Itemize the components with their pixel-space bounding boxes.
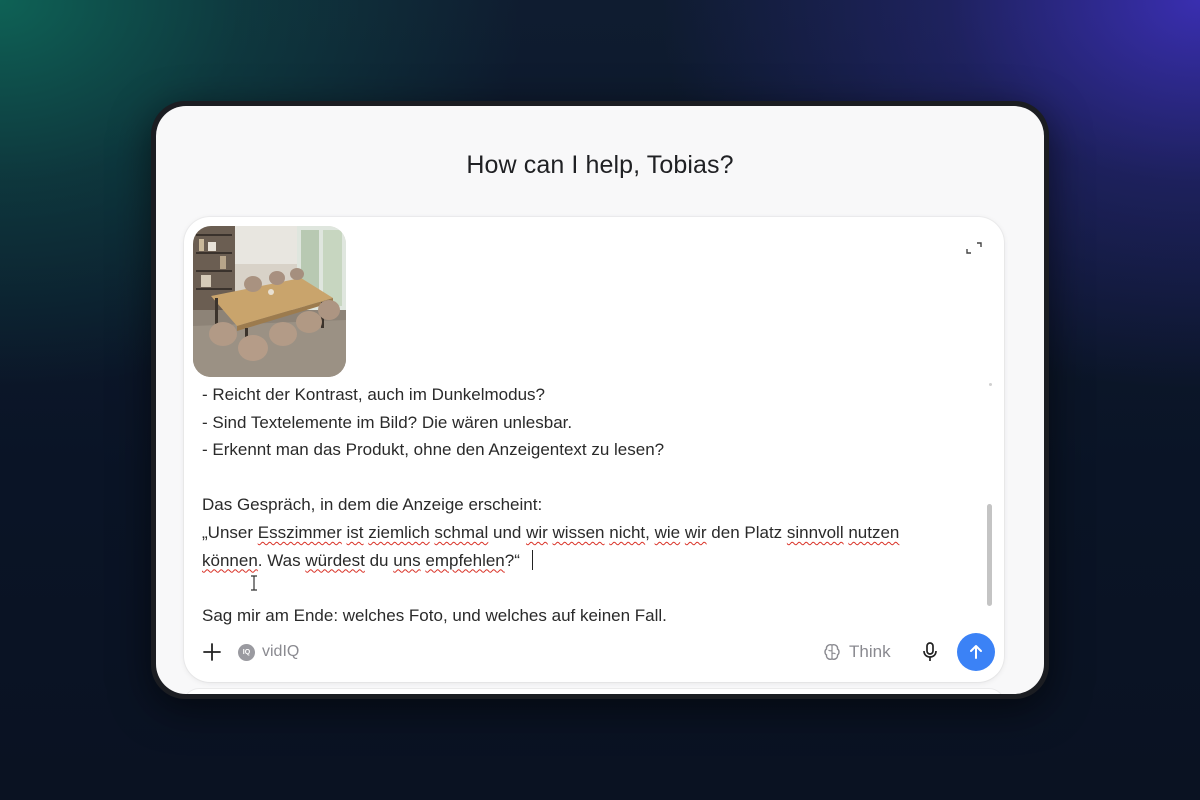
microphone-icon (923, 642, 937, 661)
misspelled-word: wir (684, 522, 707, 542)
prompt-text-segment: ?“ (504, 550, 520, 570)
prompt-text-segment: Sag mir am Ende: welches Foto, und welch… (202, 605, 667, 625)
prompt-line (202, 574, 982, 602)
vidiq-label: vidIQ (262, 643, 300, 660)
arrow-up-icon (970, 645, 982, 659)
misspelled-word: nutzen (848, 522, 900, 542)
prompt-line: - Reicht der Kontrast, auch im Dunkelmod… (202, 381, 982, 409)
prompt-line (202, 464, 982, 492)
prompt-line: „Unser Esszimmer ist ziemlich schmal und… (202, 519, 982, 547)
prompt-text-segment: . Was (257, 550, 306, 570)
misspelled-word: empfehlen (425, 550, 505, 570)
misspelled-word: wissen (552, 522, 605, 542)
misspelled-word: nicht (609, 522, 646, 542)
secondary-panel-edge (184, 689, 1004, 694)
prompt-line: - Sind Textelemente im Bild? Die wären u… (202, 409, 982, 437)
misspelled-word: können (202, 550, 258, 570)
think-label: Think (849, 642, 891, 661)
attached-image-thumbnail[interactable] (193, 226, 346, 377)
prompt-text-segment: - Reicht der Kontrast, auch im Dunkelmod… (202, 385, 545, 404)
app-screen: How can I help, Tobias? - Reicht der Kon… (156, 106, 1044, 694)
prompt-line: Das Gespräch, in dem die Anzeige erschei… (202, 491, 982, 519)
prompt-line: Sag mir am Ende: welches Foto, und welch… (202, 602, 982, 630)
misspelled-word: uns (393, 550, 421, 570)
prompt-text-segment: - Erkennt man das Produkt, ohne den Anze… (202, 440, 665, 460)
misspelled-word: würdest (305, 550, 365, 570)
prompt-text-segment: den Platz (706, 522, 787, 542)
brain-icon (824, 644, 840, 660)
misspelled-word: wie (654, 522, 681, 542)
add-attachment-button[interactable] (201, 641, 223, 663)
vidiq-extension-chip[interactable]: IQ vidIQ (238, 641, 299, 663)
prompt-text-segment: „Unser (202, 522, 258, 542)
misspelled-word: sinnvoll (786, 522, 844, 542)
send-button[interactable] (957, 633, 995, 671)
misspelled-word: Esszimmer (257, 522, 342, 542)
prompt-text-segment: , (645, 522, 655, 542)
plus-icon (203, 643, 221, 661)
device-frame: How can I help, Tobias? - Reicht der Kon… (151, 101, 1049, 699)
misspelled-word: wir (526, 522, 548, 542)
composer-toolbar: IQ vidIQ Think (184, 633, 1004, 673)
misspelled-word: schmal (434, 522, 489, 542)
prompt-line: - Erkennt man das Produkt, ohne den Anze… (202, 436, 982, 464)
misspelled-word: ziemlich (368, 522, 430, 542)
expand-icon[interactable] (964, 238, 984, 258)
vidiq-logo-icon: IQ (238, 643, 255, 661)
prompt-text-segment: - Sind Textelemente im Bild? Die wären u… (202, 412, 573, 432)
prompt-text-segment: Das Gespräch, in dem die Anzeige erschei… (202, 495, 543, 515)
misspelled-word: ist (346, 522, 364, 542)
textarea-scrollbar[interactable] (987, 504, 992, 606)
prompt-text-segment: und (488, 522, 527, 542)
scroll-indicator (989, 383, 992, 386)
prompt-line: können. Was würdest du uns empfehlen?“ (202, 547, 982, 575)
think-button[interactable]: Think (822, 640, 891, 664)
prompt-text-segment: du (364, 550, 394, 570)
text-caret (531, 549, 534, 570)
greeting-title: How can I help, Tobias? (466, 151, 734, 179)
prompt-textarea[interactable]: - Reicht der Kontrast, auch im Dunkelmod… (202, 381, 982, 631)
text-cursor-icon (250, 575, 258, 591)
microphone-button[interactable] (920, 641, 940, 663)
prompt-composer[interactable]: - Reicht der Kontrast, auch im Dunkelmod… (184, 217, 1004, 682)
